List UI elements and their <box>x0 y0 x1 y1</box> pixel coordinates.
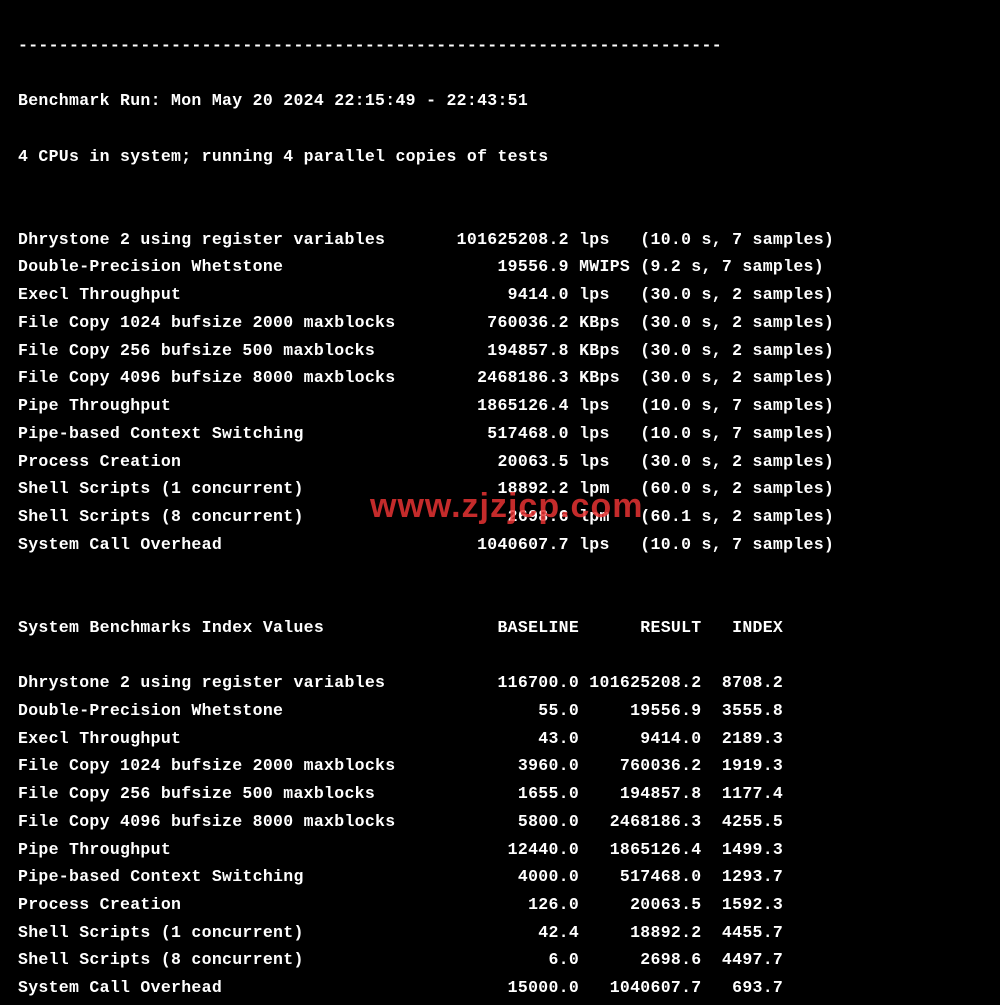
divider: ----------------------------------------… <box>18 32 982 60</box>
results-block: Dhrystone 2 using register variables 101… <box>18 226 982 559</box>
benchmark-run-line: Benchmark Run: Mon May 20 2024 22:15:49 … <box>18 87 982 115</box>
terminal-output: ----------------------------------------… <box>0 0 1000 1005</box>
index-table: Dhrystone 2 using register variables 116… <box>18 669 982 1002</box>
cpu-line: 4 CPUs in system; running 4 parallel cop… <box>18 143 982 171</box>
index-header: System Benchmarks Index Values BASELINE … <box>18 614 982 642</box>
